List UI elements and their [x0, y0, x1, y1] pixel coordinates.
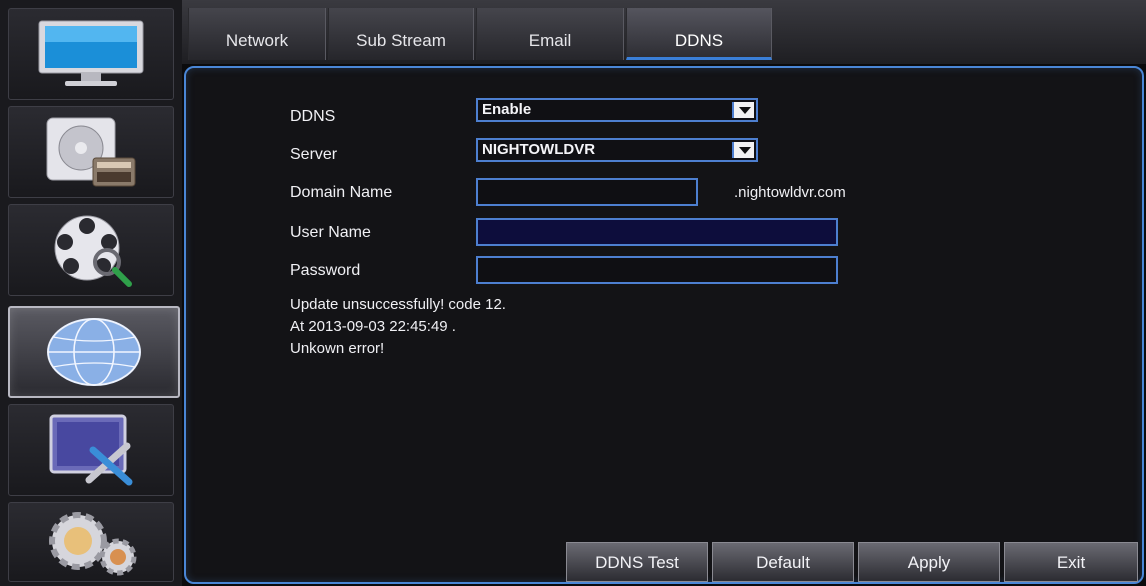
server-label: Server — [290, 146, 338, 163]
user-name-input[interactable] — [476, 218, 838, 246]
tab-sub-stream[interactable]: Sub Stream — [328, 8, 474, 60]
tab-email[interactable]: Email — [476, 8, 624, 60]
film-reel-icon — [54, 215, 132, 287]
password-label: Password — [290, 262, 361, 279]
sidebar-item-system[interactable] — [8, 502, 174, 582]
chevron-down-icon[interactable] — [732, 102, 754, 118]
ddns-select[interactable]: Enable — [476, 98, 758, 122]
sidebar-item-maintenance[interactable] — [8, 404, 174, 496]
ddns-label: DDNS — [290, 108, 336, 125]
default-button[interactable]: Default — [712, 542, 854, 582]
password-input[interactable] — [476, 256, 838, 284]
server-select[interactable]: NIGHTOWLDVR — [476, 138, 758, 162]
sidebar-item-display[interactable] — [8, 8, 174, 100]
gears-icon — [49, 512, 137, 576]
server-select-value: NIGHTOWLDVR — [482, 141, 596, 158]
user-name-label: User Name — [290, 224, 371, 241]
globe-icon — [47, 318, 141, 386]
sidebar-item-storage[interactable] — [8, 106, 174, 198]
status-error: Unkown error! — [290, 340, 385, 357]
sidebar-item-record[interactable] — [8, 204, 174, 296]
chevron-down-icon[interactable] — [732, 142, 754, 158]
ddns-settings-panel: DDNS Enable Server NIGHTOWLDVR Domain Na… — [184, 66, 1144, 584]
sidebar — [0, 0, 182, 586]
ddns-test-button[interactable]: DDNS Test — [566, 542, 708, 582]
status-timestamp: At 2013-09-03 22:45:49 . — [290, 318, 456, 335]
tab-ddns[interactable]: DDNS — [626, 8, 772, 60]
domain-suffix: .nightowldvr.com — [734, 184, 846, 201]
tab-bar: Network Sub Stream Email DDNS — [182, 0, 1146, 64]
status-message: Update unsuccessfully! code 12. — [290, 296, 506, 313]
ddns-select-value: Enable — [482, 101, 532, 118]
maintenance-icon — [49, 414, 133, 486]
apply-button[interactable]: Apply — [858, 542, 1000, 582]
monitor-icon — [38, 20, 144, 86]
sidebar-item-network[interactable] — [8, 306, 180, 398]
domain-name-label: Domain Name — [290, 184, 393, 201]
exit-button[interactable]: Exit — [1004, 542, 1138, 582]
domain-name-input[interactable] — [476, 178, 698, 206]
disk-icon — [46, 117, 136, 187]
tab-network[interactable]: Network — [188, 8, 326, 60]
